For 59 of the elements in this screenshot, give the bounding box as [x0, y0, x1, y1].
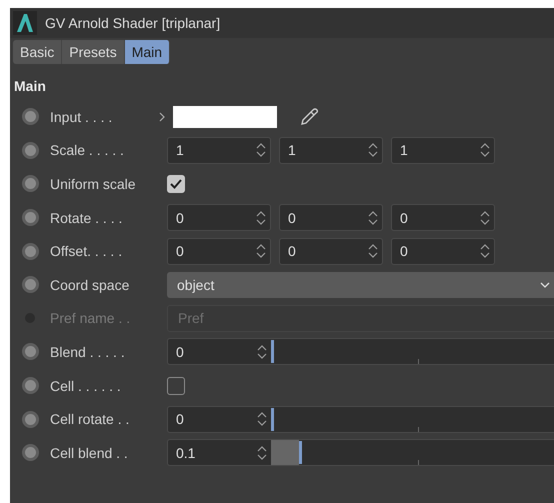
spinner-arrows-icon[interactable] — [256, 142, 266, 158]
parameter-label: Pref name . . — [50, 310, 132, 326]
number-field[interactable]: 0 — [279, 204, 383, 232]
tab[interactable]: Basic — [13, 40, 62, 64]
tab[interactable]: Presets — [62, 40, 125, 64]
animate-toggle[interactable] — [22, 175, 38, 192]
spinner-arrows-icon[interactable] — [480, 142, 490, 158]
number-field[interactable]: 0 — [167, 406, 271, 433]
number-field[interactable]: 1 — [279, 136, 383, 164]
color-swatch[interactable] — [173, 106, 277, 128]
spinner-arrows-icon[interactable] — [256, 243, 266, 260]
number-field[interactable]: 0.1 — [167, 439, 271, 466]
spinner-arrows-icon[interactable] — [368, 243, 378, 260]
slider[interactable] — [271, 338, 554, 366]
parameter-label: Input . . . . — [50, 108, 114, 125]
chevron-down-icon — [540, 282, 550, 288]
section-title: Main — [14, 78, 47, 94]
animate-toggle[interactable] — [22, 242, 38, 260]
parameter-label: Cell rotate . . — [50, 411, 130, 428]
slider[interactable] — [271, 439, 554, 466]
parameter-label: Rotate . . . . — [50, 210, 124, 226]
animate-toggle[interactable] — [22, 444, 38, 462]
number-field[interactable]: 0 — [391, 204, 495, 232]
number-field[interactable]: 0 — [167, 238, 271, 265]
animate-toggle[interactable] — [22, 209, 38, 226]
checkbox[interactable] — [167, 174, 185, 193]
parameter-label: Uniform scale — [50, 176, 137, 192]
slider[interactable] — [271, 406, 554, 433]
parameter-label: Blend . . . . . — [50, 344, 126, 360]
animate-toggle[interactable] — [22, 343, 38, 360]
parameter-label: Cell . . . . . . — [50, 378, 122, 394]
parameter-label: Offset. . . . . — [50, 243, 124, 260]
animate-toggle[interactable] — [22, 142, 38, 159]
spinner-arrows-icon[interactable] — [256, 210, 266, 226]
animate-toggle[interactable] — [22, 108, 38, 126]
spinner-arrows-icon[interactable] — [257, 344, 267, 360]
animate-toggle[interactable] — [22, 410, 38, 428]
number-field[interactable]: 0 — [167, 204, 271, 232]
number-field[interactable]: 0 — [391, 238, 495, 265]
number-field[interactable]: 0 — [167, 338, 271, 366]
spinner-arrows-icon[interactable] — [480, 210, 490, 226]
parameter-label: Cell blend . . — [50, 444, 129, 461]
number-field[interactable]: 1 — [391, 136, 495, 164]
number-field[interactable]: 1 — [167, 136, 271, 164]
number-field[interactable]: 0 — [279, 238, 383, 265]
spinner-arrows-icon[interactable] — [368, 142, 378, 158]
spinner-arrows-icon[interactable] — [257, 444, 267, 461]
parameter-label: Scale . . . . . — [50, 142, 125, 158]
animate-toggle[interactable] — [22, 377, 38, 394]
eyedropper-icon[interactable] — [299, 106, 319, 127]
window-title: GV Arnold Shader [triplanar] — [45, 15, 220, 31]
tab[interactable]: Main — [124, 40, 170, 64]
parameter-label: Coord space — [50, 276, 130, 293]
checkbox[interactable] — [167, 376, 185, 395]
spinner-arrows-icon[interactable] — [257, 411, 267, 428]
spinner-arrows-icon[interactable] — [480, 243, 490, 260]
animate-toggle[interactable] — [22, 276, 38, 294]
spinner-arrows-icon[interactable] — [368, 210, 378, 226]
dropdown[interactable]: object — [167, 272, 554, 298]
